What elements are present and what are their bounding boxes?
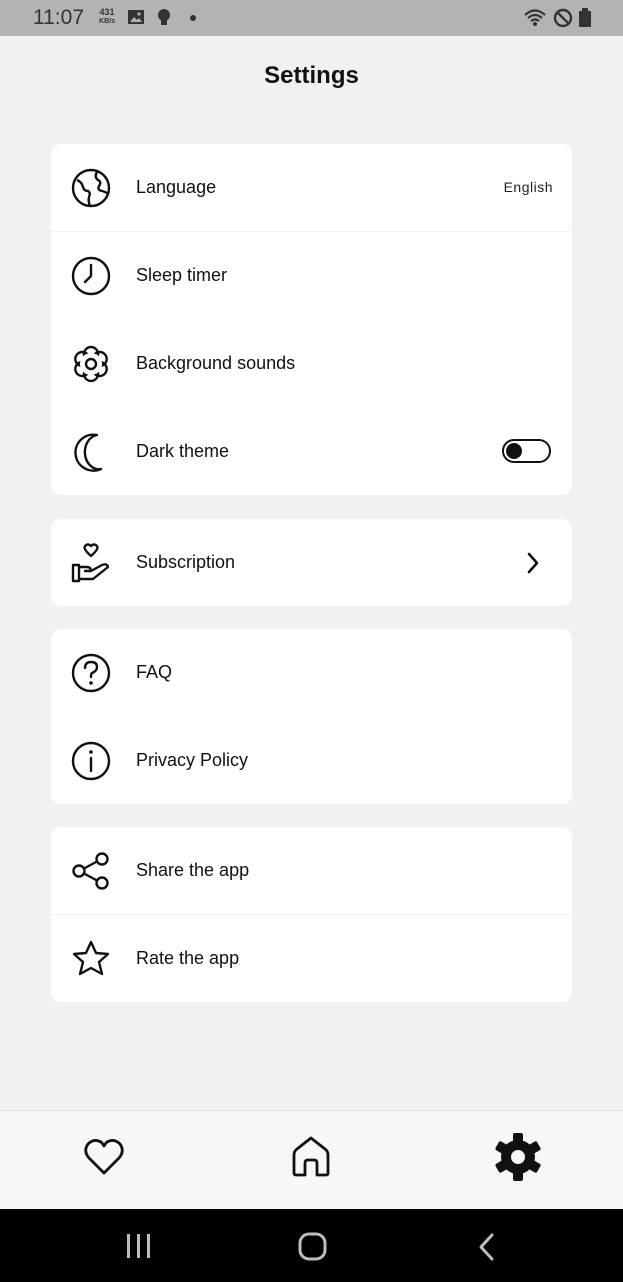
bulb-icon xyxy=(158,9,170,25)
status-bar: 11:07 431 KB/s xyxy=(0,0,623,36)
privacy-policy-row[interactable]: Privacy Policy xyxy=(51,717,572,805)
network-speed: 431 KB/s xyxy=(94,7,120,27)
home-icon[interactable] xyxy=(286,1129,336,1185)
privacy-policy-label: Privacy Policy xyxy=(136,750,249,770)
info-icon xyxy=(71,741,111,781)
faq-label: FAQ xyxy=(136,662,173,682)
status-time: 11:07 xyxy=(33,6,84,29)
dot-icon xyxy=(190,15,196,21)
page-title: Settings xyxy=(264,62,359,89)
home-button-icon[interactable] xyxy=(297,1231,329,1263)
language-value: English xyxy=(503,179,553,195)
rate-app-row[interactable]: Rate the app xyxy=(51,915,572,1003)
wifi-icon xyxy=(524,9,546,26)
question-icon xyxy=(71,653,111,693)
moon-icon xyxy=(74,433,103,472)
sleep-timer-label: Sleep timer xyxy=(136,265,228,285)
system-nav-bar xyxy=(0,1209,623,1282)
background-sounds-row[interactable]: Background sounds xyxy=(51,320,572,408)
language-label: Language xyxy=(136,177,217,197)
subscription-label: Subscription xyxy=(136,552,236,572)
chevron-right-icon xyxy=(527,552,539,574)
language-row[interactable]: Language English xyxy=(51,144,572,232)
back-icon[interactable] xyxy=(474,1231,500,1263)
settings-group-share: Share the app Rate the app xyxy=(51,827,572,1002)
settings-icon[interactable] xyxy=(493,1129,543,1185)
toggle-knob xyxy=(506,443,522,459)
hand-heart-icon xyxy=(71,543,110,583)
settings-group-subscription: Subscription xyxy=(51,519,572,606)
battery-icon xyxy=(579,8,591,27)
rate-app-label: Rate the app xyxy=(136,948,240,968)
settings-group-general: Language English Sleep timer Background … xyxy=(51,144,572,495)
subscription-row[interactable]: Subscription xyxy=(51,519,572,606)
globe-icon xyxy=(71,168,111,208)
network-speed-value: 431 xyxy=(99,7,115,17)
network-speed-unit: KB/s xyxy=(99,18,115,25)
faq-row[interactable]: FAQ xyxy=(51,629,572,717)
sleep-timer-row[interactable]: Sleep timer xyxy=(51,232,572,320)
clock-icon xyxy=(71,256,111,296)
flower-gear-icon xyxy=(74,345,108,383)
share-icon xyxy=(72,852,109,890)
heart-icon[interactable] xyxy=(79,1129,129,1185)
dark-theme-toggle[interactable] xyxy=(502,439,551,463)
star-icon xyxy=(72,940,110,976)
do-not-disturb-icon xyxy=(553,8,573,28)
settings-group-help: FAQ Privacy Policy xyxy=(51,629,572,804)
dark-theme-label: Dark theme xyxy=(136,441,230,461)
recents-icon[interactable] xyxy=(124,1231,154,1261)
background-sounds-label: Background sounds xyxy=(136,353,296,373)
share-app-label: Share the app xyxy=(136,860,250,880)
bottom-nav xyxy=(0,1110,623,1210)
dark-theme-row: Dark theme xyxy=(51,408,572,496)
image-icon xyxy=(128,10,144,24)
share-app-row[interactable]: Share the app xyxy=(51,827,572,915)
